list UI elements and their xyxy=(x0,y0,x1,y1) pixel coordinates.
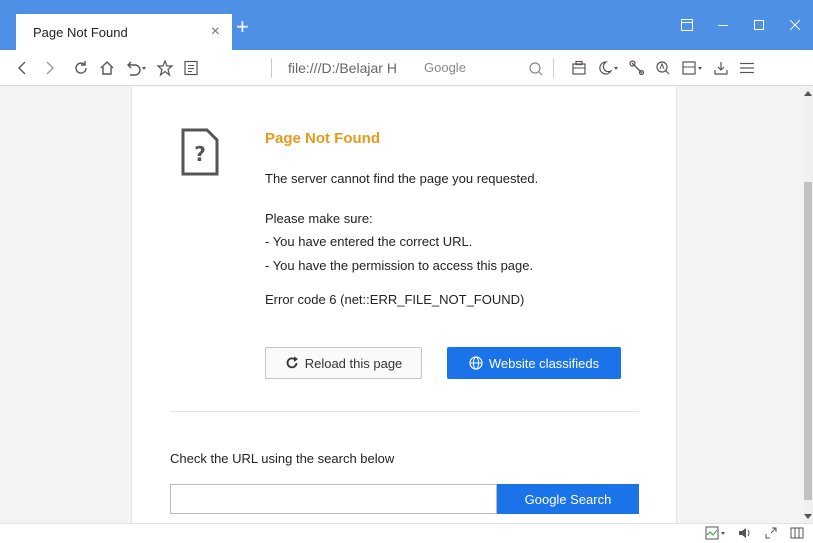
missing-document-icon: ? xyxy=(181,128,219,176)
home-icon[interactable] xyxy=(94,50,120,86)
night-mode-icon[interactable] xyxy=(592,50,624,86)
tab-close-button[interactable]: × xyxy=(211,24,220,40)
search-hint: Check the URL using the search below xyxy=(170,451,395,466)
toolbar-search-icon[interactable] xyxy=(528,61,544,80)
svg-text:?: ? xyxy=(194,142,206,166)
screenshot-icon[interactable] xyxy=(566,50,592,86)
capture-menu-icon[interactable] xyxy=(676,50,708,86)
new-tab-button[interactable]: + xyxy=(236,16,249,38)
section-divider xyxy=(170,411,639,412)
scrollbar-thumb[interactable] xyxy=(804,182,812,500)
error-code: Error code 6 (net::ERR_FILE_NOT_FOUND) xyxy=(265,292,525,307)
website-classifieds-label: Website classifieds xyxy=(488,355,600,371)
reload-page-label: Reload this page xyxy=(304,355,403,371)
make-sure-heading: Please make sure: xyxy=(265,211,373,226)
scroll-up-arrow-icon[interactable] xyxy=(804,91,812,96)
reload-icon xyxy=(286,356,298,369)
globe-icon xyxy=(469,356,483,370)
search-input[interactable] xyxy=(170,484,497,514)
vertical-scrollbar[interactable] xyxy=(803,87,813,523)
website-classifieds-button[interactable]: Website classifieds xyxy=(447,347,621,379)
fullscreen-expand-icon[interactable] xyxy=(763,525,779,541)
translate-icon[interactable] xyxy=(650,50,676,86)
layout-columns-icon[interactable] xyxy=(789,525,805,541)
google-search-button[interactable]: Google Search xyxy=(497,484,639,514)
tab-title: Page Not Found xyxy=(33,24,128,40)
search-separator xyxy=(553,58,554,78)
download-icon[interactable] xyxy=(708,50,734,86)
back-icon[interactable] xyxy=(10,50,36,86)
address-bar[interactable]: file:///D:/Belajar H xyxy=(288,56,418,80)
window-controls xyxy=(669,0,813,50)
error-title: Page Not Found xyxy=(265,130,380,147)
page-viewport: ? Page Not Found The server cannot find … xyxy=(0,87,813,523)
toolbar-extensions xyxy=(566,50,760,86)
tip-permission: - You have the permission to access this… xyxy=(265,258,534,273)
scroll-down-arrow-icon[interactable] xyxy=(804,514,812,519)
address-separator xyxy=(271,58,272,78)
maximize-icon[interactable] xyxy=(741,0,777,50)
status-tools xyxy=(705,525,805,541)
restore-icon[interactable] xyxy=(669,0,705,50)
error-message: The server cannot find the page you requ… xyxy=(265,171,539,186)
menu-hamburger-icon[interactable] xyxy=(734,50,760,86)
status-bar xyxy=(0,523,813,543)
close-icon[interactable] xyxy=(777,0,813,50)
performance-monitor-icon[interactable] xyxy=(705,525,727,541)
tab-active[interactable]: Page Not Found × xyxy=(16,14,232,50)
undo-close-tab-icon[interactable] xyxy=(120,50,152,86)
refresh-icon[interactable] xyxy=(68,50,94,86)
tip-correct-url: - You have entered the correct URL. xyxy=(265,234,473,249)
bookmark-star-icon[interactable] xyxy=(152,50,178,86)
volume-icon[interactable] xyxy=(737,525,753,541)
reader-icon[interactable] xyxy=(178,50,204,86)
minimize-icon[interactable] xyxy=(705,0,741,50)
error-page: ? Page Not Found The server cannot find … xyxy=(131,87,677,523)
reload-page-button[interactable]: Reload this page xyxy=(265,347,422,379)
tab-bar: Page Not Found × + xyxy=(0,0,813,50)
tools-wrench-icon[interactable] xyxy=(624,50,650,86)
forward-icon[interactable] xyxy=(36,50,62,86)
